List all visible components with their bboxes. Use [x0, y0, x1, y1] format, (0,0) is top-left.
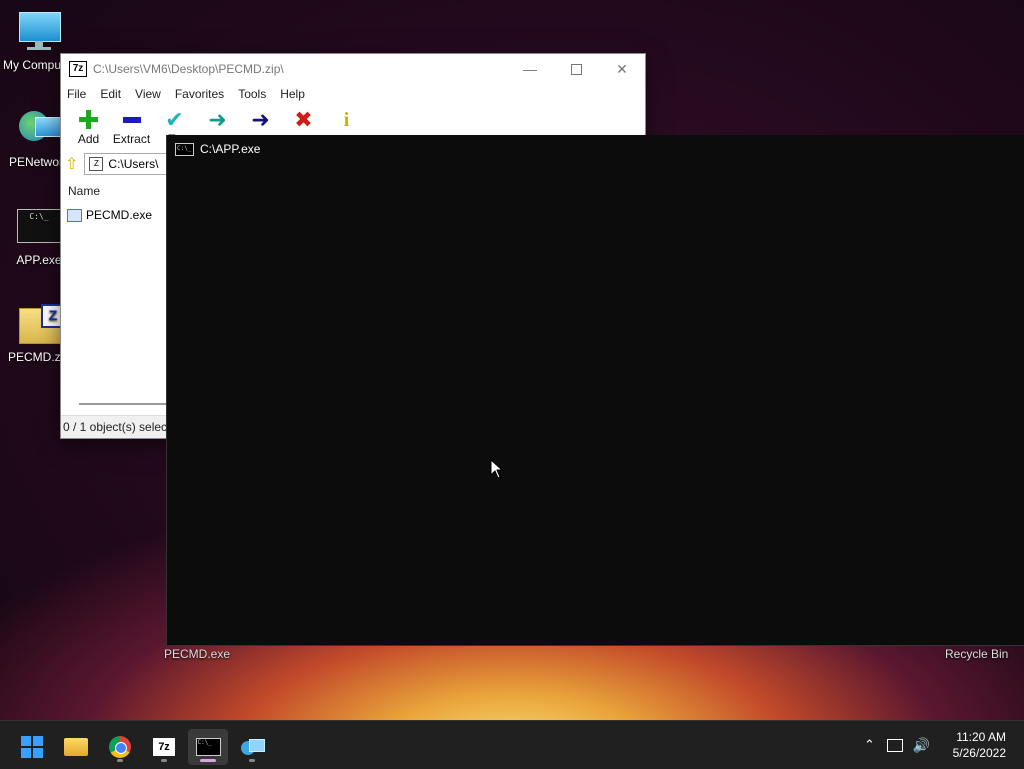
- close-icon: ✕: [616, 60, 628, 77]
- system-tray: ⌃ 🔊: [864, 721, 930, 769]
- info-button[interactable]: i: [325, 104, 368, 132]
- console-body[interactable]: [167, 163, 1024, 645]
- plus-icon: ✚: [77, 104, 100, 135]
- network-status-icon[interactable]: [886, 738, 903, 752]
- add-label: Add: [77, 132, 100, 146]
- minimize-button[interactable]: —: [507, 54, 553, 84]
- zip-folder-icon: Z: [17, 302, 65, 346]
- console-title: C:\APP.exe: [200, 142, 261, 156]
- console-window[interactable]: C:\_ C:\APP.exe: [166, 135, 1024, 646]
- clock-time: 11:20 AM: [956, 730, 1006, 744]
- mouse-cursor-icon: [490, 459, 504, 479]
- start-button[interactable]: [12, 729, 52, 765]
- up-folder-icon[interactable]: ⇧: [65, 154, 78, 174]
- taskbar-chrome[interactable]: [100, 729, 140, 765]
- menu-help[interactable]: Help: [280, 87, 305, 101]
- minus-icon: [110, 108, 153, 132]
- close-button[interactable]: ✕: [599, 54, 645, 84]
- copy-button[interactable]: ➜: [196, 104, 239, 132]
- address-text: C:\Users\: [108, 157, 159, 171]
- clock[interactable]: 11:20 AM 5/26/2022: [953, 729, 1006, 761]
- check-icon: ✔: [165, 107, 184, 132]
- window-controls: — ✕: [507, 54, 645, 84]
- extract-label: Extract: [112, 132, 151, 146]
- menu-tools[interactable]: Tools: [238, 87, 266, 101]
- taskbar-7zip[interactable]: 7z: [144, 729, 184, 765]
- exe-file-icon: [67, 208, 82, 222]
- menu-edit[interactable]: Edit: [100, 87, 121, 101]
- console-icon: C:\_: [195, 738, 221, 756]
- file-name: PECMD.exe: [86, 208, 153, 222]
- maximize-icon: [570, 63, 582, 75]
- taskbar: 7z C:\_ ⌃ 🔊 11:20 AM 5/26/2022: [0, 720, 1024, 769]
- archive-icon: Z: [89, 157, 104, 171]
- window-title: C:\Users\VM6\Desktop\PECMD.zip\: [93, 62, 284, 76]
- menu-view[interactable]: View: [135, 87, 161, 101]
- start-icon: [21, 736, 43, 758]
- copy-arrow-icon: ➜: [208, 107, 227, 132]
- delete-button[interactable]: ✖: [282, 104, 325, 132]
- chrome-icon: [109, 736, 131, 758]
- taskbar-file-explorer[interactable]: [56, 729, 96, 765]
- desktop-label-recycle-bin[interactable]: Recycle Bin: [945, 647, 1008, 661]
- extract-button[interactable]: Extract: [110, 104, 153, 146]
- move-arrow-icon: ➜: [251, 107, 270, 132]
- monitor-icon: [17, 10, 61, 54]
- network-icon: [241, 737, 265, 757]
- chevron-up-icon[interactable]: ⌃: [864, 737, 875, 753]
- console-app-icon: C:\_: [17, 205, 61, 249]
- console-titlebar[interactable]: C:\_ C:\APP.exe: [167, 135, 1024, 163]
- menu-bar: File Edit View Favorites Tools Help: [61, 84, 645, 104]
- taskbar-network[interactable]: [232, 729, 272, 765]
- clock-date: 5/26/2022: [952, 746, 1006, 760]
- delete-icon: ✖: [294, 107, 313, 132]
- 7zip-app-icon: 7z: [69, 61, 87, 77]
- info-icon: i: [343, 108, 350, 131]
- console-icon: C:\_: [175, 142, 194, 156]
- move-button[interactable]: ➜: [239, 104, 282, 132]
- menu-favorites[interactable]: Favorites: [175, 87, 224, 101]
- taskbar-console[interactable]: C:\_: [188, 729, 228, 765]
- menu-file[interactable]: File: [67, 87, 86, 101]
- 7zip-icon: 7z: [153, 738, 175, 756]
- maximize-button[interactable]: [553, 54, 599, 84]
- volume-icon[interactable]: 🔊: [913, 737, 930, 754]
- file-explorer-icon: [64, 738, 88, 756]
- minimize-icon: —: [523, 61, 537, 77]
- desktop-label-pecmd-exe[interactable]: PECMD.exe: [164, 647, 230, 661]
- add-button[interactable]: ✚ Add: [67, 104, 110, 147]
- network-globe-icon: [17, 107, 63, 151]
